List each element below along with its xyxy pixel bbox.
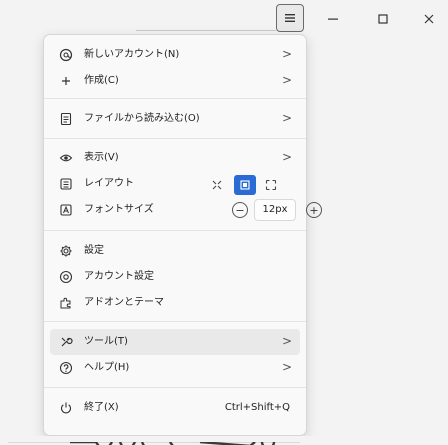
kebab-menu-icon	[285, 14, 295, 22]
menu-item-account-settings[interactable]: アカウント設定	[50, 264, 300, 290]
font-size-icon	[58, 202, 74, 218]
menu-item-font-size: フォントサイズ − 12px +	[50, 197, 322, 223]
font-increase-button[interactable]: +	[306, 202, 322, 218]
account-settings-icon	[58, 269, 74, 285]
exit-shortcut: Ctrl+Shift+Q	[224, 402, 290, 413]
menu-item-label: 新しいアカウント(N)	[84, 49, 180, 60]
menu-item-exit[interactable]: 終了(X) Ctrl+Shift+Q	[50, 395, 300, 421]
menu-separator	[44, 387, 306, 388]
menu-separator	[44, 230, 306, 231]
close-button[interactable]	[418, 8, 440, 30]
menu-item-label: アカウント設定	[84, 271, 154, 282]
power-icon	[58, 400, 74, 416]
menu-item-label: 設定	[84, 245, 104, 256]
menu-item-label: アドオンとテーマ	[84, 297, 164, 308]
menu-item-create[interactable]: 作成(C) >	[50, 68, 300, 94]
menu-item-label: ツール(T)	[84, 336, 128, 347]
layout-relaxed-button[interactable]	[260, 175, 282, 195]
menu-item-label: 終了(X)	[84, 402, 119, 413]
addons-icon	[58, 295, 74, 311]
chevron-right-icon: >	[281, 334, 292, 348]
font-size-value[interactable]: 12px	[254, 199, 296, 221]
menu-item-settings[interactable]: 設定	[50, 238, 300, 264]
menu-item-label: ファイルから読み込む(O)	[84, 113, 200, 124]
chevron-right-icon: >	[281, 73, 292, 87]
maximize-button[interactable]	[372, 8, 394, 30]
close-icon	[424, 14, 434, 24]
minimize-icon	[328, 18, 338, 20]
layout-compact-icon	[212, 180, 222, 190]
chevron-right-icon: >	[281, 47, 292, 61]
layout-icon	[58, 176, 74, 192]
chevron-right-icon: >	[281, 150, 292, 164]
account-add-icon	[58, 47, 74, 63]
font-decrease-button[interactable]: −	[232, 202, 248, 218]
layout-compact-button[interactable]	[206, 175, 228, 195]
import-file-icon	[58, 111, 74, 127]
help-icon	[58, 360, 74, 376]
menu-item-label: 表示(V)	[84, 152, 119, 163]
menu-item-label: フォントサイズ	[84, 204, 154, 215]
menu-item-label: 作成(C)	[84, 75, 119, 86]
layout-default-icon	[240, 180, 250, 190]
toolbar-search-area[interactable]	[136, 8, 276, 31]
maximize-icon	[378, 14, 388, 24]
menu-item-import-file[interactable]: ファイルから読み込む(O) >	[50, 106, 300, 132]
plus-icon	[58, 73, 74, 89]
chevron-right-icon: >	[281, 360, 292, 374]
app-menu-panel: 新しいアカウント(N) > 作成(C) > ファイルから読み込む(O) > 表示…	[43, 34, 322, 436]
menu-item-layout: レイアウト	[50, 171, 300, 197]
chevron-right-icon: >	[281, 111, 292, 125]
background-content-strip	[0, 436, 448, 445]
gear-icon	[58, 243, 74, 259]
title-bar	[0, 0, 448, 38]
minimize-button[interactable]	[322, 8, 344, 30]
menu-item-help[interactable]: ヘルプ(H) >	[50, 355, 300, 381]
tools-icon	[58, 334, 74, 350]
menu-item-view[interactable]: 表示(V) >	[50, 145, 300, 171]
menu-separator	[44, 138, 306, 139]
layout-default-button[interactable]	[234, 175, 256, 195]
eye-icon	[58, 150, 74, 166]
layout-relaxed-icon	[265, 179, 277, 191]
menu-item-label: ヘルプ(H)	[84, 362, 130, 373]
menu-separator	[44, 321, 306, 322]
menu-item-label: レイアウト	[84, 178, 134, 189]
menu-item-addons-themes[interactable]: アドオンとテーマ	[50, 290, 300, 316]
menu-item-new-account[interactable]: 新しいアカウント(N) >	[50, 42, 300, 68]
menu-separator	[44, 98, 306, 99]
menu-item-tools[interactable]: ツール(T) >	[50, 329, 300, 355]
app-menu-button[interactable]	[276, 4, 304, 32]
